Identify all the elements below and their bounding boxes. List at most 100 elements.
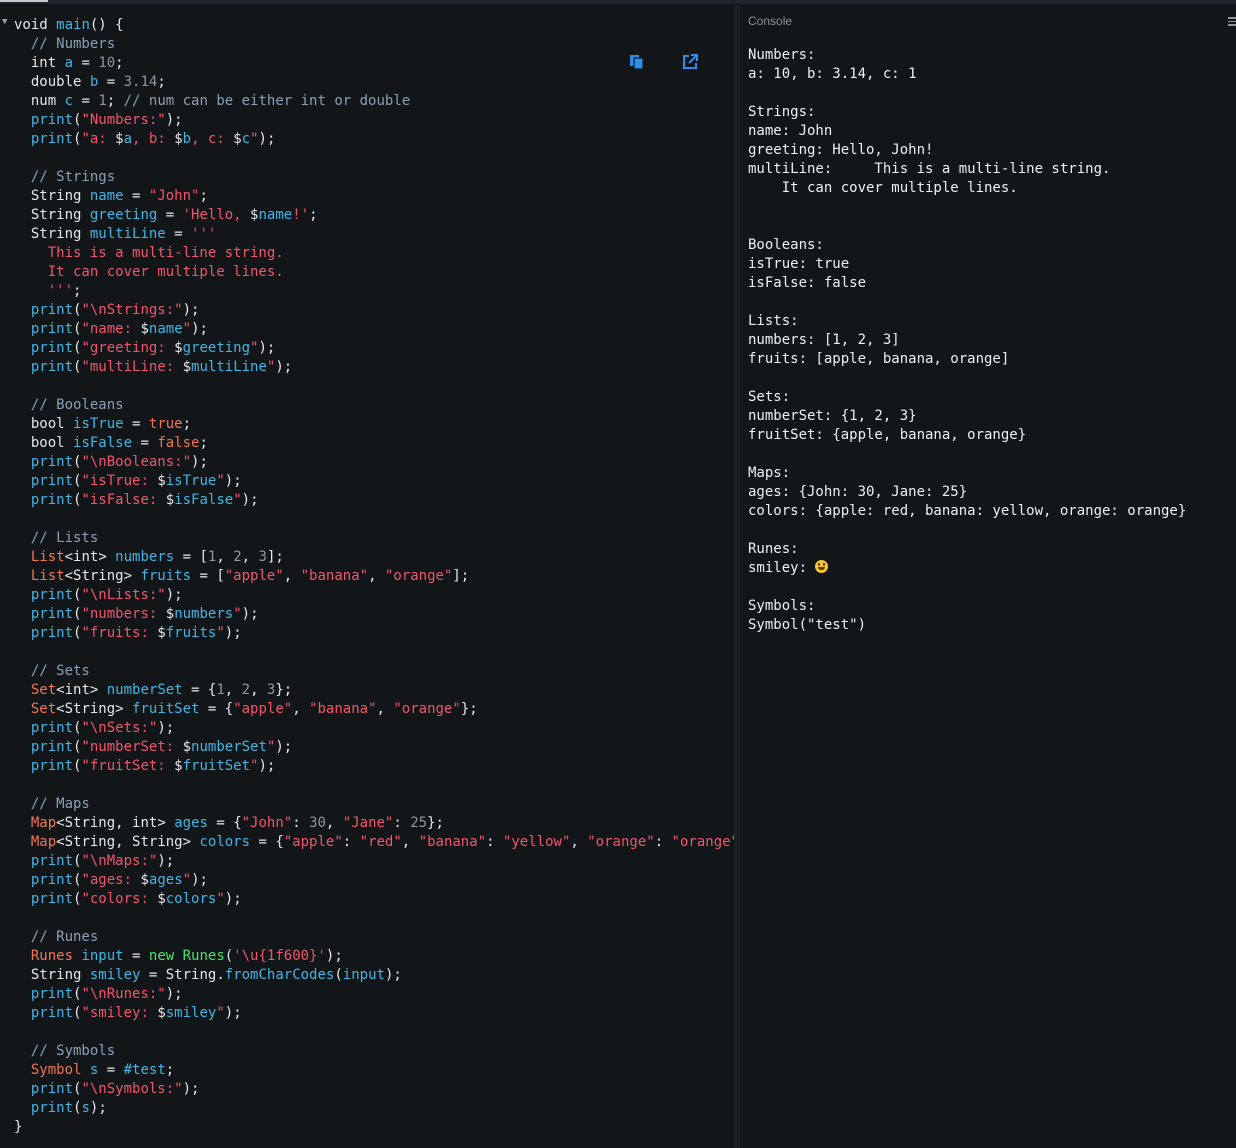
code-line[interactable]: print("a: $a, b: $b, c: $c"); bbox=[14, 130, 734, 149]
code-token: $ bbox=[140, 321, 149, 337]
code-line[interactable]: print("isTrue: $isTrue"); bbox=[14, 472, 734, 491]
code-line[interactable]: List<String> fruits = ["apple", "banana"… bbox=[14, 567, 734, 586]
fold-toggle-icon[interactable]: ▼ bbox=[2, 17, 7, 27]
code-token: ); bbox=[191, 321, 208, 337]
code-line[interactable]: Runes input = new Runes('\u{1f600}'); bbox=[14, 947, 734, 966]
code-line[interactable]: num c = 1; // num can be either int or d… bbox=[14, 92, 734, 111]
code-line[interactable]: print("\nRunes:"); bbox=[14, 985, 734, 1004]
code-line[interactable]: Set<int> numberSet = {1, 2, 3}; bbox=[14, 681, 734, 700]
code-token: print bbox=[30, 302, 74, 318]
code-token: "Numbers:" bbox=[81, 112, 166, 128]
code-line[interactable]: bool isTrue = true; bbox=[14, 415, 734, 434]
code-line[interactable] bbox=[14, 643, 734, 662]
code-line[interactable]: // Runes bbox=[14, 928, 734, 947]
code-line[interactable]: // Symbols bbox=[14, 1042, 734, 1061]
code-line[interactable]: print("Numbers:"); bbox=[14, 111, 734, 130]
code-editor[interactable]: ▼ void main() { // Numbers int a = 10; d… bbox=[0, 5, 734, 1148]
code-token: , bbox=[283, 568, 301, 584]
code-line[interactable]: print("numbers: $numbers"); bbox=[14, 605, 734, 624]
code-line[interactable]: String multiLine = ''' bbox=[14, 225, 734, 244]
code-line[interactable] bbox=[14, 776, 734, 795]
code-token: > bbox=[182, 834, 200, 850]
code-line[interactable]: print("ages: $ages"); bbox=[14, 871, 734, 890]
code-line[interactable]: String name = "John"; bbox=[14, 187, 734, 206]
code-line[interactable]: Map<String, int> ages = {"John": 30, "Ja… bbox=[14, 814, 734, 833]
menu-icon[interactable] bbox=[1228, 17, 1236, 28]
code-token: int bbox=[73, 549, 99, 565]
code-token: multiLine bbox=[89, 226, 166, 242]
code-line[interactable]: print("\nMaps:"); bbox=[14, 852, 734, 871]
code-line[interactable]: print("fruits: $fruits"); bbox=[14, 624, 734, 643]
code-token: "name: bbox=[81, 321, 141, 337]
code-line[interactable]: print("\nStrings:"); bbox=[14, 301, 734, 320]
code-token: ); bbox=[275, 359, 293, 375]
code-line[interactable]: String greeting = 'Hello, $name!'; bbox=[14, 206, 734, 225]
code-line[interactable]: print("\nBooleans:"); bbox=[14, 453, 734, 472]
code-token: print bbox=[30, 891, 74, 907]
code-token: "\nMaps:" bbox=[81, 853, 158, 869]
code-line[interactable]: // Lists bbox=[14, 529, 734, 548]
code-token: , c: bbox=[191, 131, 234, 147]
console-line: Numbers: bbox=[748, 46, 1186, 65]
code-line[interactable]: // Maps bbox=[14, 795, 734, 814]
code-content[interactable]: void main() { // Numbers int a = 10; dou… bbox=[14, 16, 734, 1137]
code-line[interactable]: print("\nLists:"); bbox=[14, 586, 734, 605]
code-line[interactable]: List<int> numbers = [1, 2, 3]; bbox=[14, 548, 734, 567]
code-line[interactable]: print("name: $name"); bbox=[14, 320, 734, 339]
console-line-text: Numbers: bbox=[748, 47, 816, 63]
console-line-text: Booleans: bbox=[748, 237, 824, 253]
code-line[interactable]: print("\nSets:"); bbox=[14, 719, 734, 738]
code-line[interactable]: // Sets bbox=[14, 662, 734, 681]
code-line[interactable]: print(s); bbox=[14, 1099, 734, 1118]
code-line[interactable]: print("isFalse: $isFalse"); bbox=[14, 491, 734, 510]
code-token: , bbox=[292, 701, 310, 717]
code-line[interactable]: This is a multi-line string. bbox=[14, 244, 734, 263]
code-line[interactable]: print("greeting: $greeting"); bbox=[14, 339, 734, 358]
copy-icon[interactable] bbox=[628, 53, 646, 71]
code-line[interactable]: print("colors: $colors"); bbox=[14, 890, 734, 909]
code-token: Symbol bbox=[30, 1062, 90, 1078]
code-line[interactable]: It can cover multiple lines. bbox=[14, 263, 734, 282]
code-line[interactable]: Symbol s = #test; bbox=[14, 1061, 734, 1080]
code-token: , bbox=[241, 549, 259, 565]
code-token: 30 bbox=[309, 815, 326, 831]
code-line[interactable] bbox=[14, 1023, 734, 1042]
code-line[interactable]: print("smiley: $smiley"); bbox=[14, 1004, 734, 1023]
console-line-text: isFalse: false bbox=[748, 275, 867, 291]
code-line[interactable]: Map<String, String> colors = {"apple": "… bbox=[14, 833, 734, 852]
code-token: ]; bbox=[266, 549, 284, 565]
code-line[interactable] bbox=[14, 377, 734, 396]
code-token: = { bbox=[207, 815, 242, 831]
code-token: print bbox=[30, 454, 74, 470]
code-token: "\nBooleans:" bbox=[81, 454, 192, 470]
console-title: Console bbox=[748, 14, 793, 28]
code-line[interactable] bbox=[14, 909, 734, 928]
code-line[interactable]: // Booleans bbox=[14, 396, 734, 415]
console-line: name: John bbox=[748, 122, 1186, 141]
code-token: = bbox=[98, 74, 124, 90]
code-token: $ bbox=[157, 891, 166, 907]
code-line[interactable]: Set<String> fruitSet = {"apple", "banana… bbox=[14, 700, 734, 719]
code-line[interactable]: // Strings bbox=[14, 168, 734, 187]
code-token: input bbox=[81, 948, 124, 964]
code-line[interactable] bbox=[14, 510, 734, 529]
code-line[interactable]: print("multiLine: $multiLine"); bbox=[14, 358, 734, 377]
code-line[interactable]: void main() { bbox=[14, 16, 734, 35]
code-token: isFalse bbox=[174, 492, 234, 508]
code-line[interactable]: String smiley = String.fromCharCodes(inp… bbox=[14, 966, 734, 985]
code-line[interactable]: print("numberSet: $numberSet"); bbox=[14, 738, 734, 757]
code-line[interactable]: } bbox=[14, 1118, 734, 1137]
code-line[interactable]: double b = 3.14; bbox=[14, 73, 734, 92]
code-token: "orange" bbox=[384, 568, 453, 584]
code-line[interactable]: print("fruitSet: $fruitSet"); bbox=[14, 757, 734, 776]
code-line[interactable]: // Numbers bbox=[14, 35, 734, 54]
code-line[interactable]: int a = 10; bbox=[14, 54, 734, 73]
code-line[interactable]: bool isFalse = false; bbox=[14, 434, 734, 453]
code-token: String bbox=[64, 815, 116, 831]
code-line[interactable]: '''; bbox=[14, 282, 734, 301]
code-line[interactable] bbox=[14, 149, 734, 168]
code-token: > bbox=[89, 682, 107, 698]
code-line[interactable]: print("\nSymbols:"); bbox=[14, 1080, 734, 1099]
open-external-icon[interactable] bbox=[681, 53, 699, 71]
